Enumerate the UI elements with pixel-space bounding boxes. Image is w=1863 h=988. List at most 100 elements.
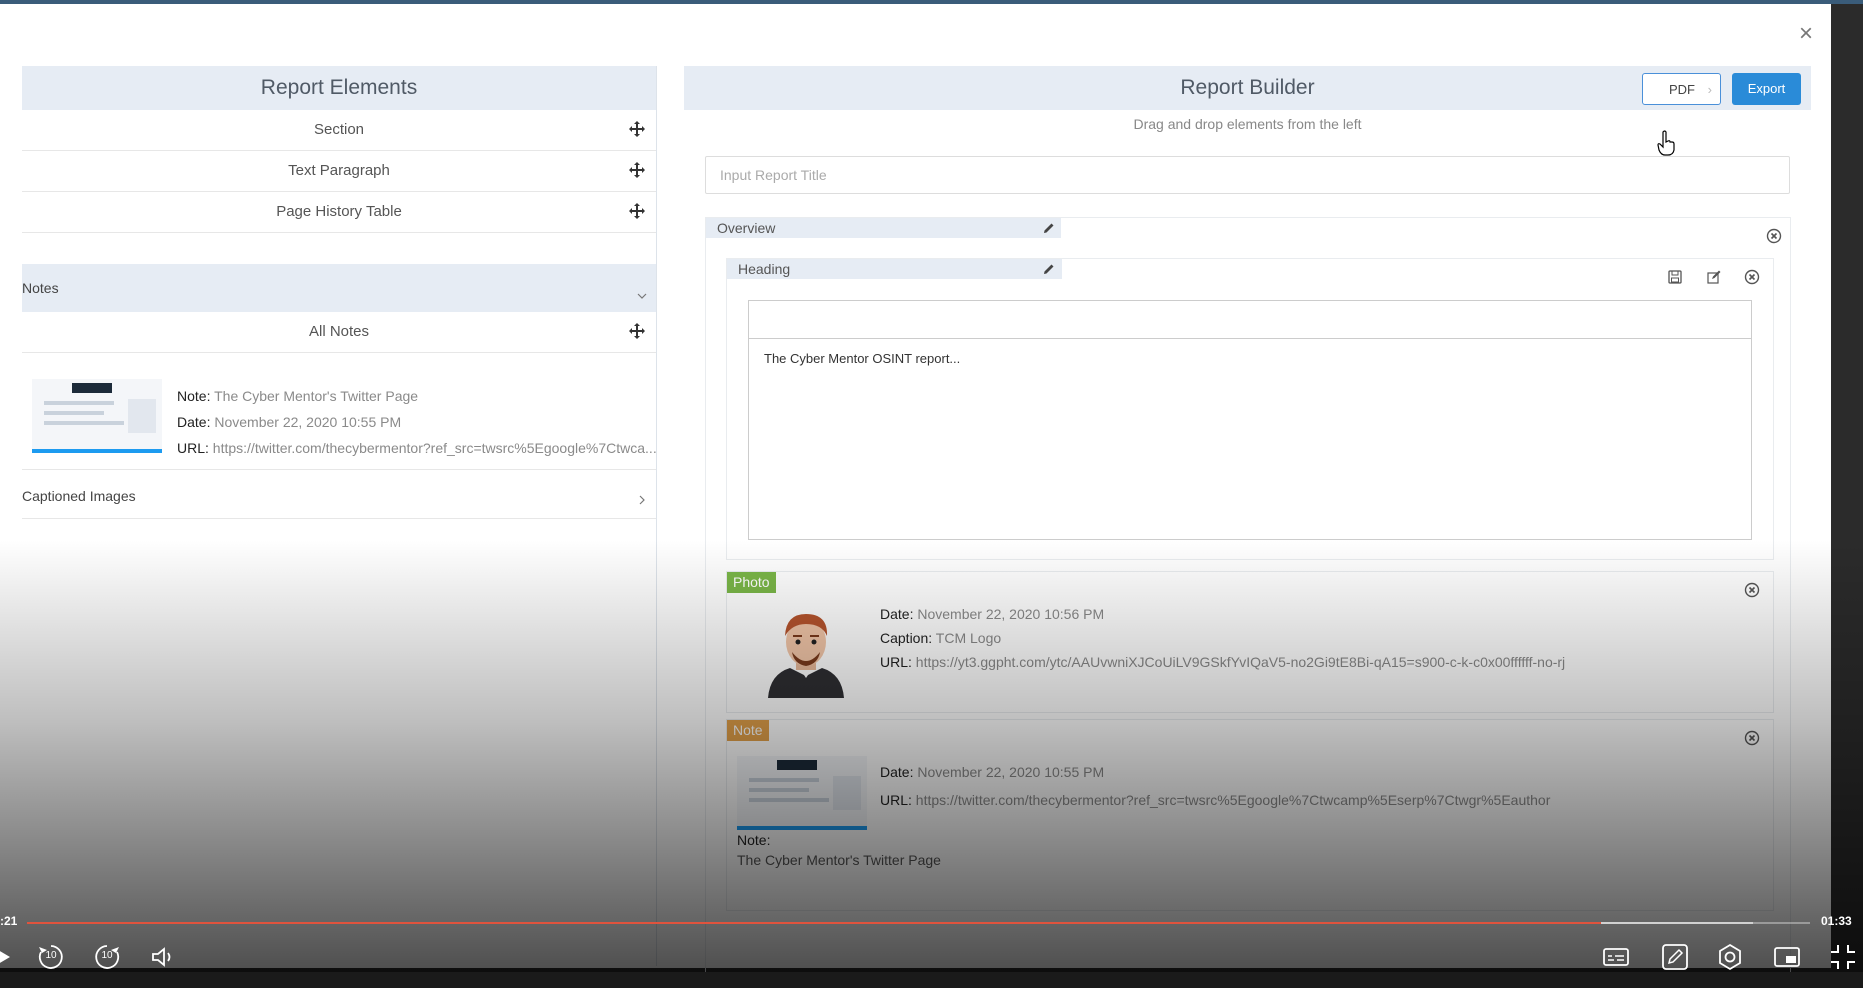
pencil-icon[interactable] bbox=[1042, 262, 1056, 276]
heading-title: Heading bbox=[738, 261, 791, 277]
date-value: November 22, 2020 10:55 PM bbox=[214, 414, 402, 430]
url-value: https://yt3.ggpht.com/ytc/AAUvwniXJCoUiL… bbox=[915, 654, 1566, 670]
note-card-date: Date: November 22, 2020 10:55 PM bbox=[177, 409, 401, 435]
volume-button[interactable] bbox=[148, 942, 178, 972]
element-label: Page History Table bbox=[276, 203, 402, 220]
player-bottom-bar bbox=[0, 972, 1863, 988]
time-elapsed: :21 bbox=[0, 914, 18, 928]
note-block[interactable]: Note Date: November 22, 2020 10:55 PM UR… bbox=[726, 719, 1774, 911]
url-value: https://twitter.com/thecybermentor?ref_s… bbox=[212, 440, 657, 456]
remove-heading-icon[interactable] bbox=[1744, 269, 1760, 285]
report-section[interactable]: Overview Heading The Cyber Mentor OSINT … bbox=[705, 217, 1791, 979]
speaker-icon bbox=[152, 947, 171, 967]
captioned-images-accordion-header[interactable]: Captioned Images bbox=[22, 470, 656, 519]
note-tag: Note bbox=[727, 720, 769, 741]
move-icon[interactable] bbox=[628, 322, 646, 340]
element-label: Section bbox=[313, 121, 365, 138]
notes-header-label: Notes bbox=[22, 280, 59, 296]
pdf-label: PDF bbox=[1669, 82, 1695, 97]
report-builder-panel: Report Builder PDF › Export Drag and dro… bbox=[684, 66, 1811, 979]
remove-section-icon[interactable] bbox=[1766, 228, 1782, 244]
date-value: November 22, 2020 10:55 PM bbox=[917, 764, 1105, 780]
photo-url: URL: https://yt3.ggpht.com/ytc/AAUvwniXJ… bbox=[880, 648, 1565, 676]
heading-label[interactable]: Heading bbox=[727, 259, 1062, 279]
edit-icon[interactable] bbox=[1706, 269, 1722, 285]
element-page-history-table[interactable]: Page History Table bbox=[22, 192, 656, 233]
move-icon[interactable] bbox=[628, 161, 646, 179]
element-label: Text Paragraph bbox=[288, 162, 390, 179]
element-text-paragraph[interactable]: Text Paragraph bbox=[22, 151, 656, 192]
hand-cursor-icon bbox=[1657, 130, 1675, 156]
text-editor[interactable]: The Cyber Mentor OSINT report... bbox=[748, 300, 1752, 540]
date-key: Date: bbox=[880, 606, 914, 622]
captioned-images-label: Captioned Images bbox=[22, 488, 136, 504]
chevron-down-icon bbox=[637, 293, 647, 299]
photo-block[interactable]: Photo Date: November 22, 2020 10:56 PM C… bbox=[726, 571, 1774, 713]
drag-drop-hint: Drag and drop elements from the left bbox=[1133, 116, 1362, 132]
report-modal: × Report Elements Section Text Paragraph… bbox=[0, 4, 1831, 979]
editor-content[interactable]: The Cyber Mentor OSINT report... bbox=[749, 339, 1751, 378]
date-value: November 22, 2020 10:56 PM bbox=[917, 606, 1105, 622]
close-icon[interactable]: × bbox=[1794, 22, 1818, 46]
pdf-format-button[interactable]: PDF › bbox=[1642, 73, 1721, 105]
exit-fullscreen-icon bbox=[1831, 945, 1855, 969]
note-url: URL: https://twitter.com/thecybermentor?… bbox=[880, 786, 1550, 814]
exit-fullscreen-button[interactable] bbox=[1828, 942, 1858, 972]
photo-tag: Photo bbox=[727, 572, 776, 593]
picture-in-picture-button[interactable] bbox=[1772, 942, 1802, 972]
note-card-url: URL: https://twitter.com/thecybermentor?… bbox=[177, 435, 657, 461]
caption-key: Caption: bbox=[880, 630, 933, 646]
gear-icon bbox=[1719, 943, 1741, 971]
skip-back-label: 10 bbox=[45, 950, 57, 961]
date-key: Date: bbox=[177, 414, 211, 430]
url-value: https://twitter.com/thecybermentor?ref_s… bbox=[915, 792, 1551, 808]
twitter-page-thumbnail bbox=[737, 756, 867, 830]
settings-button[interactable] bbox=[1715, 942, 1745, 972]
captions-icon bbox=[1603, 948, 1629, 966]
report-elements-panel: Report Elements Section Text Paragraph P… bbox=[22, 66, 657, 966]
element-label: All Notes bbox=[308, 323, 370, 340]
move-icon[interactable] bbox=[628, 120, 646, 138]
seek-bar[interactable] bbox=[27, 922, 1810, 924]
skip-forward-label: 10 bbox=[101, 950, 113, 961]
skip-back-button[interactable]: 10 bbox=[36, 942, 66, 972]
captions-button[interactable] bbox=[1601, 942, 1631, 972]
section-label[interactable]: Overview bbox=[706, 218, 1061, 238]
report-builder-header: Report Builder PDF › Export bbox=[684, 66, 1811, 110]
pip-icon bbox=[1774, 947, 1800, 967]
save-icon[interactable] bbox=[1667, 269, 1683, 285]
chevron-right-icon: › bbox=[1707, 82, 1712, 97]
element-all-notes[interactable]: All Notes bbox=[22, 312, 656, 353]
remove-note-icon[interactable] bbox=[1744, 730, 1760, 746]
note-text: The Cyber Mentor's Twitter Page bbox=[737, 852, 941, 868]
export-button[interactable]: Export bbox=[1732, 73, 1801, 105]
element-section[interactable]: Section bbox=[22, 110, 656, 151]
move-icon[interactable] bbox=[628, 202, 646, 220]
note-value: The Cyber Mentor's Twitter Page bbox=[214, 388, 419, 404]
note-key: Note: bbox=[177, 388, 211, 404]
date-key: Date: bbox=[880, 764, 914, 780]
report-builder-title: Report Builder bbox=[1180, 76, 1315, 99]
pencil-icon[interactable] bbox=[1042, 221, 1056, 235]
note-card[interactable]: Note: The Cyber Mentor's Twitter Page Da… bbox=[22, 353, 657, 470]
pencil-icon bbox=[1662, 944, 1688, 970]
url-key: URL: bbox=[880, 792, 912, 808]
section-title: Overview bbox=[717, 220, 776, 236]
note-card-note: Note: The Cyber Mentor's Twitter Page bbox=[177, 383, 418, 409]
report-elements-title: Report Elements bbox=[22, 66, 656, 110]
annotate-button[interactable] bbox=[1660, 942, 1690, 972]
twitter-page-thumbnail bbox=[32, 379, 162, 453]
play-button[interactable] bbox=[0, 942, 22, 972]
skip-forward-button[interactable]: 10 bbox=[92, 942, 122, 972]
report-title-input[interactable] bbox=[705, 156, 1790, 194]
heading-block[interactable]: Heading The Cyber Mentor OSINT report... bbox=[726, 258, 1774, 560]
note-date: Date: November 22, 2020 10:55 PM bbox=[880, 758, 1104, 786]
notes-accordion-header[interactable]: Notes bbox=[22, 264, 656, 312]
remove-photo-icon[interactable] bbox=[1744, 582, 1760, 598]
seek-bar-progress bbox=[27, 922, 1602, 924]
chevron-right-icon bbox=[639, 495, 645, 505]
url-key: URL: bbox=[177, 440, 209, 456]
url-key: URL: bbox=[880, 654, 912, 670]
tcm-logo-avatar bbox=[768, 614, 844, 698]
editor-toolbar bbox=[749, 301, 1751, 339]
